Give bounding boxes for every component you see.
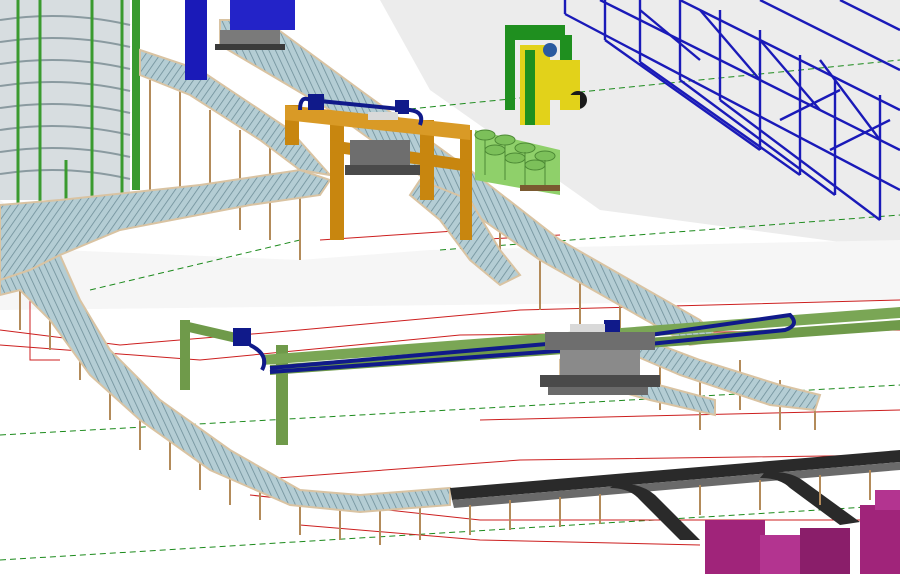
gantry-robot-green [180, 307, 900, 445]
roller-conveyor [450, 450, 900, 540]
wrapping-machine [705, 490, 900, 574]
spiral-conveyor [0, 0, 140, 205]
scene-canvas [0, 0, 900, 574]
factory-conveyor-3d-scene [0, 0, 900, 574]
